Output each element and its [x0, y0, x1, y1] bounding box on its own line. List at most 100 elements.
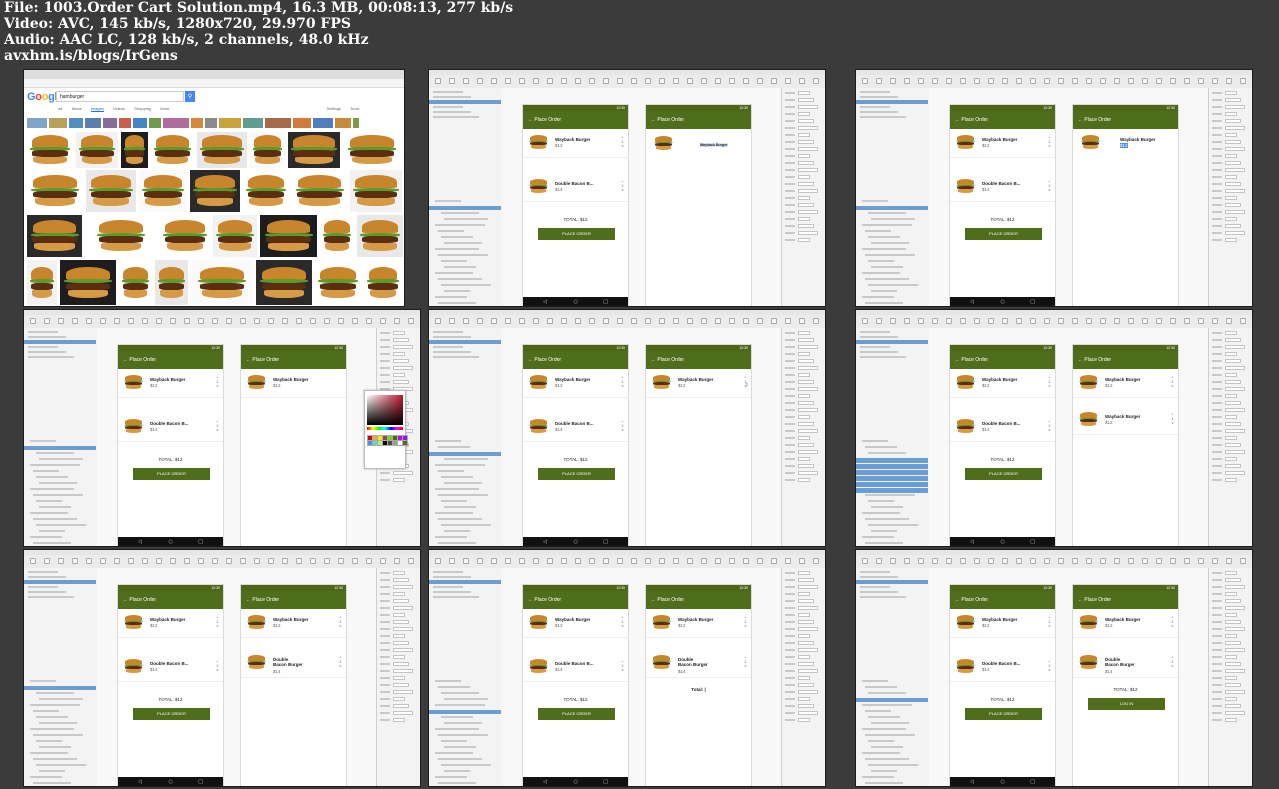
- toolbar-tool-icon[interactable]: [988, 318, 994, 324]
- image-result[interactable]: [350, 170, 402, 212]
- toolbar-tool-icon[interactable]: [932, 558, 938, 564]
- inspector-field[interactable]: [798, 718, 810, 722]
- inspector-field[interactable]: [393, 718, 405, 722]
- layer-list-item[interactable]: [444, 722, 482, 724]
- selected-layer[interactable]: [856, 470, 928, 475]
- layer-list-item[interactable]: [441, 284, 491, 286]
- layer-list-item[interactable]: [871, 770, 897, 772]
- toolbar-tool-icon[interactable]: [268, 558, 274, 564]
- toolbar-tool-icon[interactable]: [477, 318, 483, 324]
- layer-list-item[interactable]: [39, 698, 83, 700]
- quantity-stepper[interactable]: ^ 1 v: [215, 420, 220, 432]
- toolbar-tool-icon[interactable]: [1030, 558, 1036, 564]
- layer-list-item[interactable]: [435, 200, 461, 202]
- image-result[interactable]: [197, 132, 247, 168]
- layer-list-item[interactable]: [36, 692, 74, 694]
- layer-list-item[interactable]: [438, 686, 470, 688]
- toolbar-tool-icon[interactable]: [435, 318, 441, 324]
- layer-list-item[interactable]: [435, 536, 467, 538]
- toolbar-tool-icon[interactable]: [813, 558, 819, 564]
- layer-list-item[interactable]: [435, 248, 479, 250]
- artboard-order-cart-copy[interactable]: 12:30 ← Place Order Wayback Burger $12 ^ 1 v Do…: [1072, 584, 1179, 786]
- home-icon[interactable]: ○: [574, 539, 578, 545]
- toolbar-tool-icon[interactable]: [184, 318, 190, 324]
- toolbar-tool-icon[interactable]: [876, 78, 882, 84]
- image-result[interactable]: [190, 170, 240, 212]
- toolbar-tool-icon[interactable]: [659, 558, 665, 564]
- selected-layer[interactable]: [856, 482, 928, 487]
- toolbar-tool-icon[interactable]: [561, 318, 567, 324]
- toolbar-tool-icon[interactable]: [890, 78, 896, 84]
- quantity-stepper[interactable]: ^ 1 v: [338, 616, 343, 628]
- toolbar-tool-icon[interactable]: [673, 78, 679, 84]
- toolbar-tool-icon[interactable]: [659, 78, 665, 84]
- related-chip[interactable]: [265, 118, 291, 128]
- color-swatch[interactable]: [402, 440, 408, 446]
- image-result[interactable]: [27, 215, 82, 257]
- layer-list-item[interactable]: [33, 710, 59, 712]
- inspector-field[interactable]: [1225, 175, 1237, 179]
- inspector-field[interactable]: [798, 457, 810, 461]
- toolbar-tool-icon[interactable]: [1142, 558, 1148, 564]
- toolbar-tool-icon[interactable]: [338, 558, 344, 564]
- image-result[interactable]: [292, 170, 347, 212]
- inspector-field[interactable]: [798, 429, 818, 433]
- toolbar-tool-icon[interactable]: [1184, 78, 1190, 84]
- inspector-field[interactable]: [1225, 450, 1245, 454]
- toolbar-tool-icon[interactable]: [114, 558, 120, 564]
- toolbar-tool-icon[interactable]: [1128, 78, 1134, 84]
- sketch-canvas[interactable]: 12:30 ← Place Order Wayback Burger $12 ^ 1 v Do…: [929, 88, 1209, 306]
- inspector-field[interactable]: [1225, 571, 1237, 575]
- inspector-field[interactable]: [1225, 217, 1237, 221]
- inspector-field[interactable]: [798, 690, 818, 694]
- layer-list-item[interactable]: [871, 266, 903, 268]
- inspector-field[interactable]: [1225, 380, 1241, 384]
- toolbar-tool-icon[interactable]: [408, 318, 414, 324]
- layer-list-item[interactable]: [862, 536, 894, 538]
- inspector-field[interactable]: [393, 641, 409, 645]
- toolbar-tool-icon[interactable]: [366, 558, 372, 564]
- toolbar-tool-icon[interactable]: [1086, 318, 1092, 324]
- inspector-field[interactable]: [798, 182, 814, 186]
- layer-list-item[interactable]: [438, 278, 482, 280]
- related-chip[interactable]: [119, 118, 131, 128]
- toolbar-tool-icon[interactable]: [974, 558, 980, 564]
- stepper-down-icon[interactable]: v: [743, 624, 748, 628]
- inspector-field[interactable]: [1225, 231, 1245, 235]
- selected-layer[interactable]: [24, 686, 96, 690]
- inspector-field[interactable]: [1225, 592, 1237, 596]
- toolbar-tool-icon[interactable]: [1184, 558, 1190, 564]
- page-list-item[interactable]: [28, 596, 74, 598]
- toolbar-tool-icon[interactable]: [771, 318, 777, 324]
- toolbar-tool-icon[interactable]: [240, 318, 246, 324]
- layer-list-item[interactable]: [862, 776, 894, 778]
- inspector-field[interactable]: [1225, 366, 1245, 370]
- toolbar-tool-icon[interactable]: [1240, 78, 1246, 84]
- inspector-field[interactable]: [1225, 641, 1241, 645]
- inspector-field[interactable]: [798, 401, 814, 405]
- quantity-stepper[interactable]: ^ 1 v: [1170, 376, 1175, 388]
- quantity-stepper[interactable]: ^ 1 v: [1047, 660, 1052, 672]
- toolbar-tool-icon[interactable]: [491, 78, 497, 84]
- toolbar-tool-icon[interactable]: [617, 78, 623, 84]
- place-order-button[interactable]: PLACE ORDER: [965, 468, 1042, 480]
- toolbar-tool-icon[interactable]: [1170, 558, 1176, 564]
- related-chip[interactable]: [335, 118, 351, 128]
- layer-list-item[interactable]: [30, 512, 68, 514]
- layer-list-item[interactable]: [444, 530, 470, 532]
- layer-list-item[interactable]: [444, 290, 470, 292]
- toolbar-tool-icon[interactable]: [1240, 558, 1246, 564]
- toolbar-tool-icon[interactable]: [72, 318, 78, 324]
- toolbar-tool-icon[interactable]: [1072, 558, 1078, 564]
- toolbar-tool-icon[interactable]: [1198, 78, 1204, 84]
- stepper-down-icon[interactable]: v: [1047, 624, 1052, 628]
- layer-list-item[interactable]: [444, 458, 488, 460]
- inspector-field[interactable]: [393, 613, 405, 617]
- selected-layer[interactable]: [856, 206, 928, 210]
- related-chip[interactable]: [69, 118, 83, 128]
- layer-list-item[interactable]: [871, 530, 897, 532]
- layer-list-item[interactable]: [865, 494, 915, 496]
- inspector-field[interactable]: [798, 189, 818, 193]
- stepper-down-icon[interactable]: v: [215, 384, 220, 388]
- inspector-field[interactable]: [1225, 415, 1237, 419]
